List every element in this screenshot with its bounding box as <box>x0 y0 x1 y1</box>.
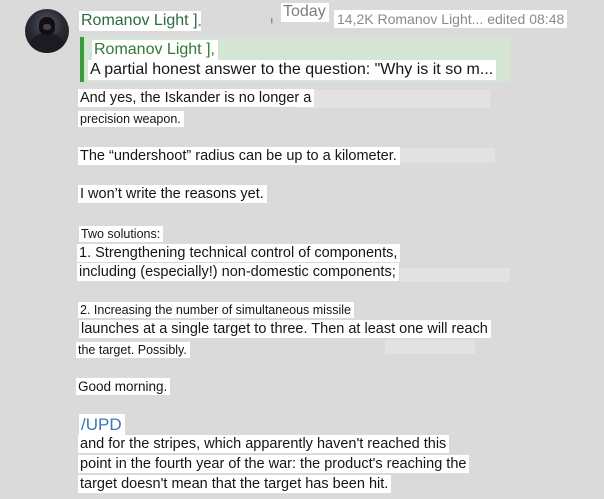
avatar-shoulders <box>30 33 64 53</box>
body-line: 1. Strengthening technical control of co… <box>77 244 401 262</box>
faint-block <box>400 268 510 282</box>
pin-icon: ▪ <box>198 20 202 30</box>
faint-block <box>385 340 475 354</box>
body-line: Good morning. <box>76 378 171 395</box>
body-line: target doesn't mean that the target has … <box>78 475 392 493</box>
faint-block <box>385 148 495 163</box>
body-line: Two solutions: <box>79 226 164 242</box>
body-line: the target. Possibly. <box>76 342 190 358</box>
reply-quote[interactable]: Romanov Light ], A partial honest answer… <box>80 37 510 82</box>
upd-link[interactable]: /UPD <box>79 414 125 436</box>
date-label: Today <box>281 3 329 22</box>
chat-area: Romanov Light ] ▪ ╻ Today 14,2K Romanov … <box>0 0 604 499</box>
body-line: point in the fourth year of the war: the… <box>78 455 470 473</box>
views-icon: ╻ <box>269 13 275 23</box>
body-line: I won’t write the reasons yet. <box>78 185 267 203</box>
reply-text: A partial honest answer to the question:… <box>88 60 497 80</box>
body-line: launches at a single target to three. Th… <box>79 320 491 338</box>
author-avatar[interactable] <box>25 9 69 53</box>
body-line: And yes, the Iskander is no longer a <box>78 89 315 107</box>
faint-block <box>300 90 490 108</box>
reply-author: Romanov Light ], <box>92 40 218 60</box>
body-line: including (especially!) non-domestic com… <box>77 263 399 281</box>
avatar-face <box>43 24 51 30</box>
body-line: and for the stripes, which apparently ha… <box>78 435 450 453</box>
body-line: 2. Increasing the number of simultaneous… <box>78 302 354 318</box>
post-meta: 14,2K Romanov Light... edited 08:48 <box>334 10 568 28</box>
body-line: The “undershoot” radius can be up to a k… <box>78 147 400 165</box>
post-author-name[interactable]: Romanov Light ] <box>79 11 201 31</box>
body-line: precision weapon. <box>78 111 184 127</box>
